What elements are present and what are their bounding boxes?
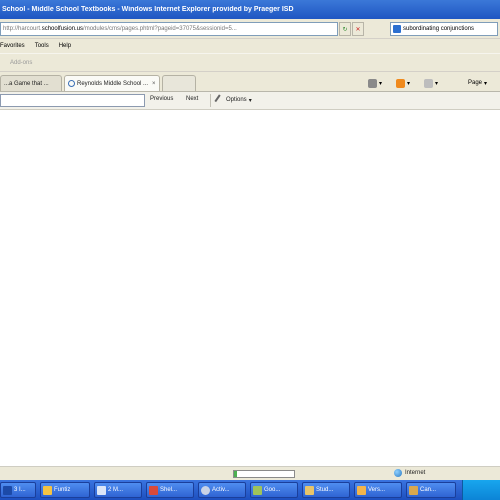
taskbar: 3 I... Funtiz 2 M... Shel... Activ... Go… xyxy=(0,480,500,500)
taskbar-item[interactable]: 2 M... xyxy=(94,482,142,498)
tab-label: Reynolds Middle School ... xyxy=(77,80,149,87)
taskbar-item[interactable]: Can... xyxy=(406,482,456,498)
address-suffix: /modules/cms/pages.phtml?pageid=37075&se… xyxy=(83,26,237,32)
find-options-label: Options xyxy=(226,97,247,103)
menu-favorites[interactable]: Favorites xyxy=(0,43,25,49)
address-prefix: http://harcourt. xyxy=(3,26,42,32)
menu-bar: Favorites Tools Help xyxy=(0,39,500,53)
refresh-button[interactable]: ↻ xyxy=(339,22,351,36)
window-icon xyxy=(97,485,106,495)
taskbar-item[interactable]: Activ... xyxy=(198,482,246,498)
find-previous-button[interactable]: Previous xyxy=(150,96,173,102)
page-menu-button[interactable]: Page ▾ xyxy=(468,77,487,89)
feeds-button[interactable]: ▾ xyxy=(396,77,410,89)
page-content[interactable] xyxy=(0,110,500,486)
menu-help[interactable]: Help xyxy=(59,43,71,49)
tab-label: ...a Game that ... xyxy=(4,80,49,87)
app-icon xyxy=(43,485,52,495)
app-icon xyxy=(357,485,366,495)
taskbar-item[interactable]: Goo... xyxy=(250,482,298,498)
page-menu-label: Page xyxy=(468,80,483,86)
window-titlebar[interactable]: School - Middle School Textbooks - Windo… xyxy=(0,0,500,19)
taskbar-item[interactable]: Stud... xyxy=(302,482,350,498)
stop-icon: ✕ xyxy=(355,26,361,33)
page-load-progress xyxy=(233,470,295,478)
tab-row: ...a Game that ... Reynolds Middle Schoo… xyxy=(0,72,500,92)
find-bar: Previous Next Options ▾ xyxy=(0,92,500,110)
refresh-icon: ↻ xyxy=(342,26,348,33)
pencil-icon xyxy=(214,94,226,106)
progress-fill xyxy=(234,471,237,477)
home-icon xyxy=(368,78,377,88)
window-title: School - Middle School Textbooks - Windo… xyxy=(2,6,294,13)
menu-tools[interactable]: Tools xyxy=(35,43,49,49)
new-tab[interactable] xyxy=(162,75,196,91)
search-provider-icon xyxy=(393,25,401,33)
find-options-button[interactable]: Options ▾ xyxy=(214,94,252,106)
app-icon xyxy=(253,485,262,495)
home-button[interactable]: ▾ xyxy=(368,77,382,89)
globe-icon xyxy=(394,469,402,477)
address-bar[interactable]: http://harcourt. schoolfusion.us/modules/… xyxy=(0,22,338,36)
links-toolbar: Add-ons xyxy=(0,53,500,72)
security-zone[interactable]: Internet xyxy=(394,469,425,477)
address-host: schoolfusion.us xyxy=(41,26,84,32)
search-input-value: subordinating conjunctions xyxy=(403,26,475,32)
add-ons-link[interactable]: Add-ons xyxy=(10,60,32,66)
taskbar-item[interactable]: Funtiz xyxy=(40,482,90,498)
address-row: http://harcourt. schoolfusion.us/modules/… xyxy=(0,19,500,39)
search-box[interactable]: subordinating conjunctions xyxy=(390,22,498,36)
zone-label: Internet xyxy=(405,470,426,476)
find-next-button[interactable]: Next xyxy=(186,96,198,102)
status-bar: Internet xyxy=(0,466,500,480)
window-group-icon xyxy=(3,485,12,495)
folder-icon xyxy=(305,485,314,495)
app-icon xyxy=(149,485,158,495)
taskbar-item[interactable]: 3 I... xyxy=(0,482,36,498)
tab-reynolds[interactable]: Reynolds Middle School ... × xyxy=(64,75,160,91)
app-icon xyxy=(201,485,210,495)
stop-button[interactable]: ✕ xyxy=(352,22,364,36)
close-tab-icon[interactable]: × xyxy=(152,81,156,87)
print-icon xyxy=(424,78,433,88)
tab-game[interactable]: ...a Game that ... xyxy=(0,75,62,91)
system-tray[interactable] xyxy=(462,480,500,500)
find-separator xyxy=(210,94,211,107)
print-button[interactable]: ▾ xyxy=(424,77,438,89)
rss-icon xyxy=(396,78,405,88)
taskbar-item[interactable]: Vers... xyxy=(354,482,402,498)
find-input[interactable] xyxy=(0,94,145,107)
chevron-down-icon: ▾ xyxy=(248,97,252,104)
taskbar-item[interactable]: Shel... xyxy=(146,482,194,498)
page-loading-icon xyxy=(68,80,75,87)
app-icon xyxy=(409,485,418,495)
